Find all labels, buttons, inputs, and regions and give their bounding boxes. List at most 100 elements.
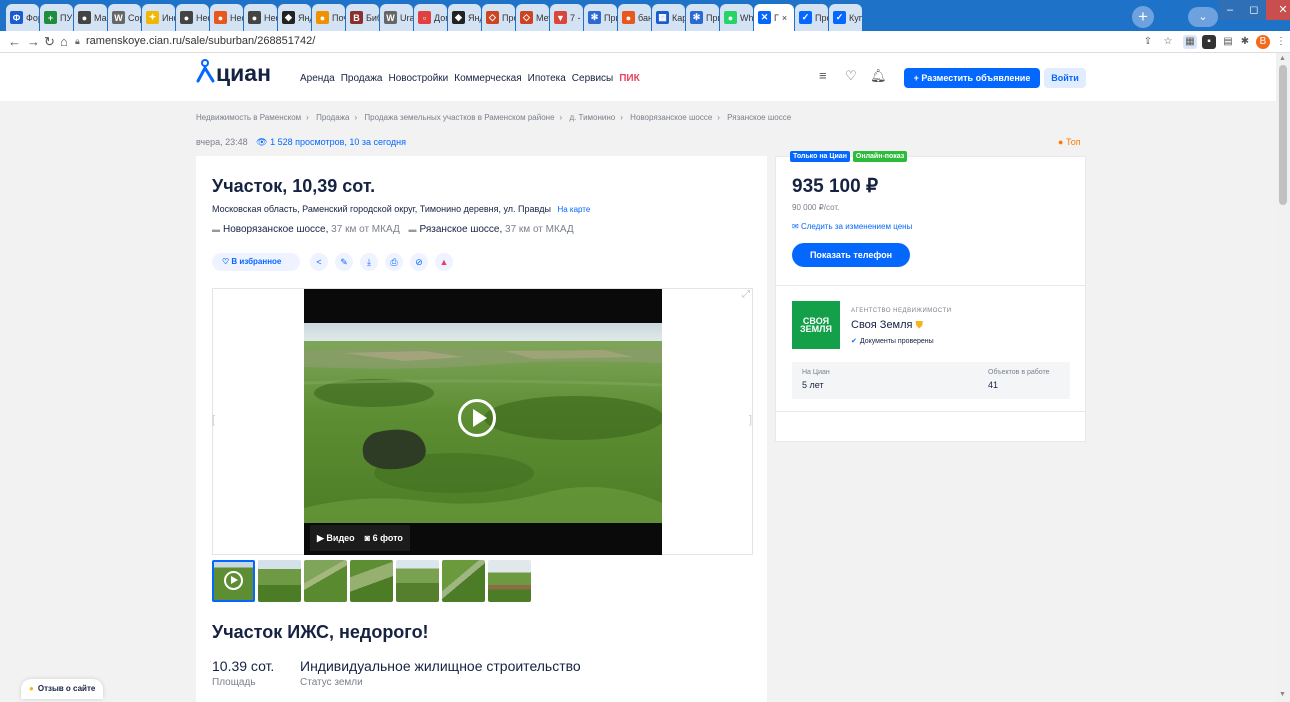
breadcrumb-item[interactable]: Новорязанское шоссе [630, 113, 712, 122]
report-button[interactable]: ▲ [435, 253, 453, 271]
highway-name[interactable]: Рязанское шоссе, [420, 224, 503, 235]
nav-commercial[interactable]: Коммерческая [454, 73, 521, 84]
thumbnail-photo[interactable] [442, 560, 485, 602]
check-badge-icon: ✔ [851, 338, 857, 345]
thumbnail-photo[interactable] [396, 560, 439, 602]
forward-icon[interactable]: → [27, 34, 40, 50]
thumbnail-photo[interactable] [488, 560, 531, 602]
scroll-thumb[interactable] [1279, 65, 1287, 205]
thumbnail-photo[interactable] [304, 560, 347, 602]
on-map-link[interactable]: На карте [557, 205, 590, 214]
browser-tab[interactable]: ◇Прод [482, 4, 515, 31]
url-field[interactable]: ramenskoye.cian.ru/sale/suburban/2688517… [86, 35, 315, 47]
browser-tab[interactable]: WСорт [108, 4, 141, 31]
browser-tab[interactable]: ●Масі [74, 4, 107, 31]
browser-tab[interactable]: BБибл [346, 4, 379, 31]
browser-tab[interactable]: ●Нефт [210, 4, 243, 31]
browser-tab[interactable]: ●Нефт [244, 4, 277, 31]
share-button[interactable]: < [310, 253, 328, 271]
tab-photos[interactable]: ◙ 6 фото [365, 533, 403, 543]
play-icon[interactable] [458, 399, 496, 437]
scrollbar[interactable]: ▲ ▼ [1276, 53, 1290, 702]
browser-tab[interactable]: ●банк [618, 4, 651, 31]
browser-tab[interactable]: ✦Инфо [142, 4, 175, 31]
browser-tab[interactable]: ◇Мет [516, 4, 549, 31]
bell-icon[interactable]: 🔔︎ [870, 68, 887, 84]
browser-tab[interactable]: ▦Карт [652, 4, 685, 31]
thumbnail-photo[interactable] [350, 560, 393, 602]
thumbnail-photo[interactable] [258, 560, 301, 602]
menu-icon[interactable]: ⋮ [1274, 35, 1288, 49]
nav-rent[interactable]: Аренда [300, 73, 335, 84]
browser-tab[interactable]: ●Нефт [176, 4, 209, 31]
home-icon[interactable]: ⌂ [60, 34, 68, 50]
nav-sale[interactable]: Продажа [341, 73, 383, 84]
compare-icon[interactable]: ≡ [819, 68, 827, 83]
heart-icon[interactable]: ♡ [845, 68, 857, 84]
favorite-button[interactable]: ♡ В избранное [212, 253, 300, 271]
browser-tab[interactable]: ✻Прин [686, 4, 719, 31]
breadcrumb-item[interactable]: Продажа [316, 113, 349, 122]
browser-tab[interactable]: +ПУ А [40, 4, 73, 31]
reload-icon[interactable]: ↻ [44, 34, 55, 50]
views-link[interactable]: 👁︎ 1 528 просмотров, 10 за сегодня [256, 137, 406, 147]
maximize-icon[interactable]: ◻ [1242, 0, 1266, 20]
bookmark-star-icon[interactable]: ☆ [1161, 35, 1175, 49]
browser-tab[interactable]: ●Почт [312, 4, 345, 31]
edit-note-button[interactable]: ✎ [335, 253, 353, 271]
nav-mortgage[interactable]: Ипотека [528, 73, 566, 84]
feedback-button[interactable]: ● Отзыв о сайте [21, 679, 104, 699]
browser-tab[interactable]: ◆Янде [278, 4, 311, 31]
print-button[interactable]: ⎙ [385, 253, 403, 271]
scroll-up-icon[interactable]: ▲ [1279, 55, 1286, 62]
browser-tab[interactable]: ◆Янде [448, 4, 481, 31]
login-button[interactable]: Войти [1044, 68, 1086, 88]
lock-icon[interactable]: 🔒︎ [75, 36, 80, 47]
gallery-prev-icon[interactable]: [ [212, 414, 215, 426]
browser-tab[interactable]: ✕ Г × [754, 4, 794, 31]
breadcrumb-item[interactable]: Недвижимость в Раменском [196, 113, 301, 122]
hide-button[interactable]: ⊘ [410, 253, 428, 271]
close-tab-icon[interactable]: × [782, 13, 787, 23]
extension-icon[interactable]: ▦ [1183, 35, 1197, 49]
puzzle-icon[interactable]: ✱ [1238, 35, 1252, 49]
site-logo[interactable]: циан [216, 60, 271, 87]
browser-tab[interactable]: WUrals [380, 4, 413, 31]
scroll-down-icon[interactable]: ▼ [1279, 691, 1286, 698]
extension-icon[interactable]: ▤ [1221, 35, 1235, 49]
show-phone-button[interactable]: Показать телефон [792, 243, 910, 267]
post-ad-button[interactable]: + Разместить объявление [904, 68, 1040, 88]
download-button[interactable]: ⤓ [360, 253, 378, 271]
back-icon[interactable]: ← [8, 34, 21, 50]
browser-tab[interactable]: ✻Прин [584, 4, 617, 31]
browser-tab[interactable]: ✓Проп [795, 4, 828, 31]
share-icon[interactable]: ⇪ [1141, 35, 1155, 49]
profile-avatar[interactable]: В [1256, 35, 1270, 49]
close-window-icon[interactable]: ✕ [1266, 0, 1290, 20]
browser-tab[interactable]: ✓Купл [829, 4, 862, 31]
browser-tab[interactable]: ▼7 - В [550, 4, 583, 31]
browser-tab[interactable]: ФФорм [6, 4, 39, 31]
minimize-icon[interactable]: – [1218, 0, 1242, 20]
watch-price-link[interactable]: ✉ Следить за изменением цены [792, 222, 912, 231]
breadcrumb-item[interactable]: Продажа земельных участков в Раменском р… [364, 113, 554, 122]
expand-icon[interactable]: ⤢ [742, 289, 750, 300]
video-player[interactable]: ▶ Видео ◙ 6 фото [304, 289, 662, 555]
nav-services[interactable]: Сервисы [572, 73, 613, 84]
gallery-next-icon[interactable]: ] [749, 414, 752, 426]
breadcrumb-item[interactable]: Рязанское шоссе [727, 113, 791, 122]
new-tab-button[interactable]: + [1132, 6, 1154, 28]
extension-icon[interactable]: ▪ [1202, 35, 1216, 49]
browser-tab[interactable]: ▫Доrc [414, 4, 447, 31]
nav-new-buildings[interactable]: Новостройки [388, 73, 448, 84]
tab-search-button[interactable]: ⌄ [1188, 7, 1218, 27]
tab-video[interactable]: ▶ Видео [317, 533, 355, 544]
breadcrumb-item[interactable]: д. Тимонино [569, 113, 615, 122]
highway-name[interactable]: Новорязанское шоссе, [223, 224, 328, 235]
nav-pik[interactable]: ПИК [619, 73, 639, 84]
cian-logo-icon[interactable] [196, 59, 216, 83]
browser-tab[interactable]: ●What [720, 4, 753, 31]
thumbnail-video[interactable] [212, 560, 255, 602]
agency-logo[interactable]: СВОЯ ЗЕМЛЯ [792, 301, 840, 349]
agency-name[interactable]: Своя Земля ⛊ [851, 319, 923, 331]
